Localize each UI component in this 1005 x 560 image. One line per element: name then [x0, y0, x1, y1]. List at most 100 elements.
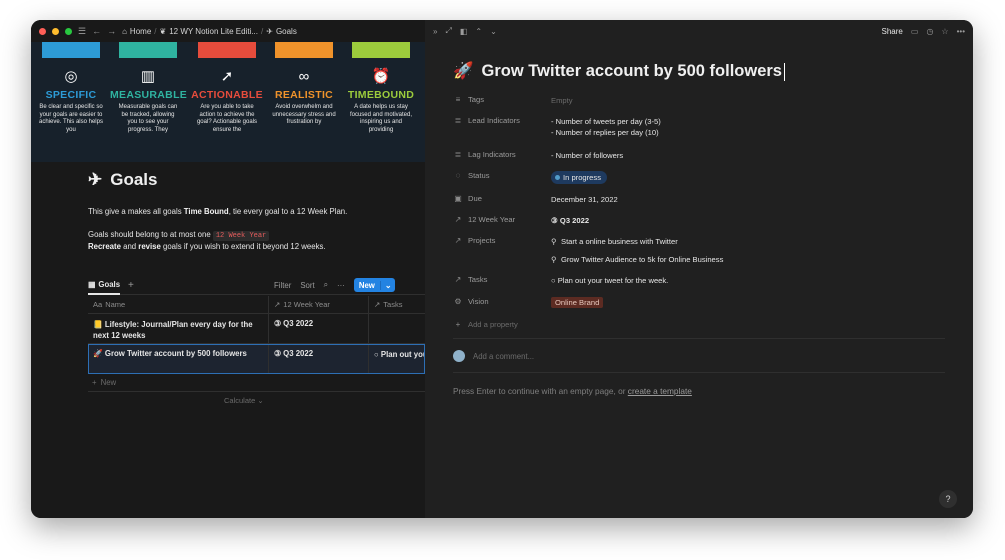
smart-text: A date helps us stay focused and motivat… [349, 104, 413, 133]
smart-text: Avoid overwhelm and unnecessary stress a… [272, 104, 336, 125]
text-bold: revise [138, 242, 161, 251]
property-label: Lag Indicators [468, 150, 516, 159]
property-lead-indicators[interactable]: ≣ Lead Indicators - Number of tweets per … [453, 116, 661, 138]
cell-name[interactable]: 📒 Lifestyle: Journal/Plan every day for … [88, 314, 269, 343]
share-button[interactable]: Share [882, 27, 903, 36]
sort-button[interactable]: Sort [300, 281, 314, 290]
cell-name[interactable]: 🚀 Grow Twitter account by 500 followers [88, 344, 269, 373]
help-button[interactable]: ? [939, 490, 957, 508]
search-icon[interactable]: ⌕ [324, 280, 328, 290]
detail-title-text: Grow Twitter account by 500 followers [481, 62, 782, 80]
database-page-pane: ☰ ← → ⌂ Home / ❦ 12 WY Notion Lite Editi… [31, 20, 425, 518]
property-tags[interactable]: ≡ Tags Empty [453, 95, 573, 106]
smart-goals-banner: ◎ SPECIFIC Be clear and specific so your… [31, 42, 425, 162]
cell-tasks[interactable] [369, 314, 425, 343]
maximize-window-button[interactable] [65, 27, 72, 35]
property-tasks[interactable]: ↗ Tasks ○ Plan out your tweet for the wee… [453, 275, 669, 286]
close-peek-icon[interactable]: » [433, 27, 437, 36]
column-header-12-week-year[interactable]: ↗ 12 Week Year [269, 296, 369, 313]
breadcrumb-home[interactable]: Home [130, 27, 151, 36]
circle-checkbox-icon: ○ [551, 276, 558, 285]
text: goals if you wish to extend it beyond 12… [160, 242, 326, 251]
status-badge[interactable]: In progress [551, 171, 607, 184]
cell-tasks[interactable]: ○ Plan out your tweet for the week. [369, 344, 425, 373]
title-bar: ☰ ← → ⌂ Home / ❦ 12 WY Notion Lite Editi… [31, 20, 425, 42]
property-12-week-year[interactable]: ↗ 12 Week Year ③ Q3 2022 [453, 215, 589, 226]
add-view-icon[interactable]: + [128, 280, 134, 291]
create-template-link[interactable]: create a template [628, 386, 692, 396]
side-peek-icon[interactable]: ◧ [460, 27, 468, 36]
expand-icon[interactable]: ⤢ [445, 26, 451, 36]
page-title-text: Goals [110, 170, 158, 189]
table-row[interactable]: 📒 Lifestyle: Journal/Plan every day for … [88, 314, 425, 344]
smart-title: ACTIONABLE [191, 89, 263, 101]
comment-input[interactable]: Add a comment... [453, 350, 534, 362]
smart-column-specific: ◎ SPECIFIC Be clear and specific so your… [33, 42, 109, 134]
text: , tie every goal to a 12 Week Plan. [228, 207, 348, 216]
leaf-icon: ❦ [159, 26, 167, 36]
close-window-button[interactable] [39, 27, 46, 35]
cell-12-week-year[interactable]: ③ Q3 2022 [269, 344, 369, 373]
inline-code: 12 Week Year [212, 231, 270, 241]
page-peek-pane: » ⤢ ◧ ⌃ ⌄ Share ▭ ◷ ☆ ••• 🚀 Grow Twitter… [425, 20, 973, 518]
sidebar-menu-icon[interactable]: ☰ [78, 26, 86, 37]
minimize-window-button[interactable] [52, 27, 59, 35]
property-value[interactable]: Q3 2022 [560, 216, 589, 225]
tab-goals[interactable]: ▦ Goals [88, 280, 121, 295]
page-title: ✈ Goals [88, 170, 158, 190]
property-projects[interactable]: ↗ Projects ⚲ Start a online business with … [453, 236, 724, 265]
relation-icon: ↗ [274, 300, 281, 309]
vision-tag[interactable]: Online Brand [551, 297, 604, 308]
row-year: Q3 2022 [283, 319, 314, 328]
calculate-button[interactable]: Calculate ⌄ [224, 396, 264, 405]
task-link[interactable]: Plan out your tweet for the week. [558, 276, 669, 285]
row-year: Q3 2022 [283, 349, 314, 358]
forward-arrow-icon[interactable]: → [107, 26, 116, 36]
plus-icon: + [455, 320, 461, 329]
property-vision[interactable]: ⚙ Vision Online Brand [453, 297, 604, 308]
back-arrow-icon[interactable]: ← [92, 26, 101, 36]
column-header-tasks[interactable]: ↗ Tasks [369, 296, 425, 313]
breadcrumb-goals[interactable]: Goals [276, 27, 297, 36]
column-header-name[interactable]: Aa Name [88, 296, 269, 313]
project-link[interactable]: Start a online business with Twitter [561, 237, 678, 246]
chevron-down-icon[interactable]: ⌄ [490, 27, 497, 36]
project-link[interactable]: Grow Twitter Audience to 5k for Online B… [561, 255, 723, 264]
new-row-button[interactable]: + New [88, 374, 425, 392]
detail-title[interactable]: 🚀 Grow Twitter account by 500 followers [453, 62, 785, 81]
property-status[interactable]: ◌ Status In progress [453, 171, 607, 184]
header-label: 12 Week Year [283, 300, 330, 309]
property-due[interactable]: ▣ Due December 31, 2022 [453, 194, 617, 205]
description-line-1: This give a makes all goals Time Bound, … [88, 207, 347, 216]
comment-placeholder: Add a comment... [473, 351, 535, 361]
row-task: Plan out your tweet for the week. [380, 350, 425, 359]
text-cursor [783, 62, 785, 81]
property-label: Vision [468, 297, 489, 306]
description-line-3: Recreate and revise goals if you wish to… [88, 242, 326, 251]
rocket-icon: ➚ [220, 68, 234, 85]
more-options-icon[interactable]: ··· [337, 281, 345, 290]
row-title: Grow Twitter account by 500 followers [104, 349, 247, 358]
table-header: Aa Name ↗ 12 Week Year ↗ Tasks [88, 296, 425, 314]
chevron-down-icon: ⌄ [257, 396, 264, 405]
breadcrumb-workspace[interactable]: 12 WY Notion Lite Editi... [169, 27, 258, 36]
divider [453, 372, 945, 373]
comments-icon[interactable]: ▭ [911, 27, 919, 36]
add-property-button[interactable]: + Add a property [453, 320, 518, 329]
star-icon[interactable]: ☆ [941, 27, 948, 36]
history-icon[interactable]: ◷ [926, 27, 933, 36]
header-label: Name [105, 300, 126, 309]
goals-table: Aa Name ↗ 12 Week Year ↗ Tasks 📒 Lifestyle:… [88, 296, 425, 392]
chevron-up-icon[interactable]: ⌃ [475, 27, 482, 36]
alarm-clock-icon: ⏰ [371, 68, 391, 85]
property-lag-indicators[interactable]: ≣ Lag Indicators - Number of followers [453, 150, 624, 161]
chevron-down-icon[interactable]: ⌄ [381, 281, 396, 290]
new-button[interactable]: New ⌄ [353, 278, 396, 292]
smart-column-timebound: ⏰ TIMEBOUND A date helps us stay focused… [343, 42, 419, 134]
cell-12-week-year[interactable]: ③ Q3 2022 [269, 314, 369, 343]
peek-toolbar: » ⤢ ◧ ⌃ ⌄ Share ▭ ◷ ☆ ••• [425, 20, 973, 42]
more-options-icon[interactable]: ••• [957, 27, 965, 36]
filter-button[interactable]: Filter [274, 281, 291, 290]
table-row[interactable]: 🚀 Grow Twitter account by 500 followers … [88, 344, 425, 374]
smart-title: TIMEBOUND [347, 89, 415, 101]
